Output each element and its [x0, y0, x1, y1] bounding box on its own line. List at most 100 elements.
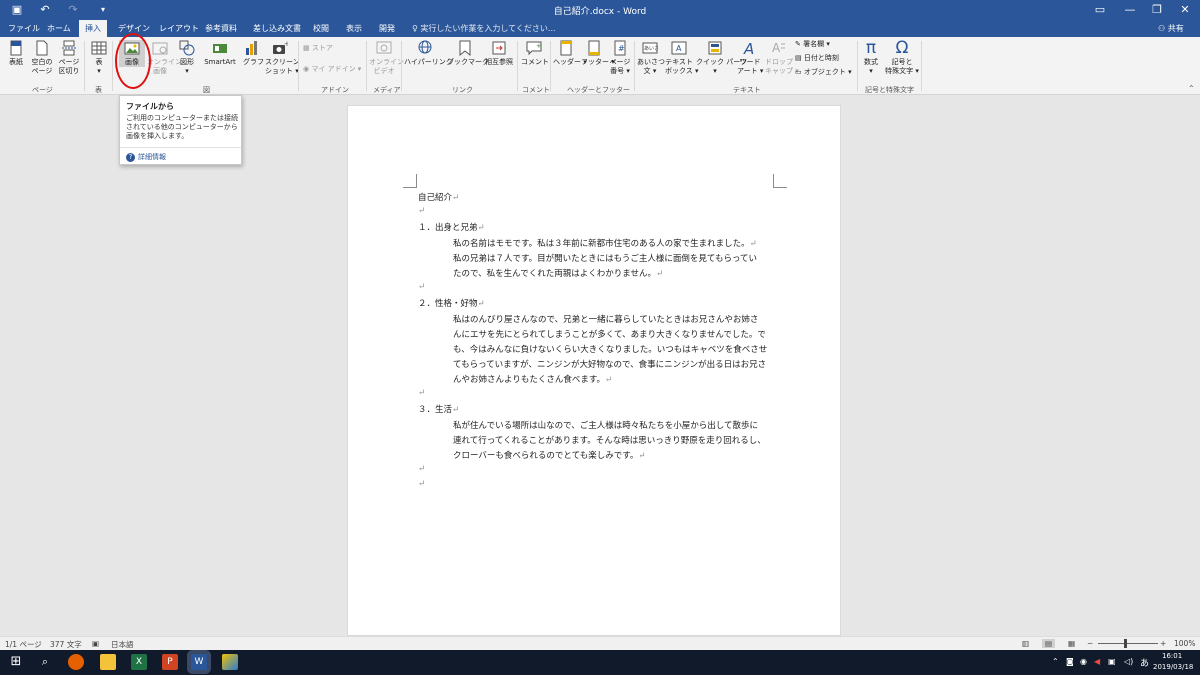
body-line[interactable]: てもらっていますが、ニンジンが大好物なので、食事にニンジンが出る日はお兄さ — [453, 358, 766, 370]
body-line[interactable]: んにエサを先にとられてしまうことが多くて、あまり大きくなりませんでした。で — [453, 328, 766, 340]
bookmark-button[interactable]: ブックマーク — [447, 40, 489, 67]
close-button[interactable]: ✕ — [1170, 0, 1200, 20]
text-box-button[interactable]: A テキスト ボックス ▾ — [665, 40, 699, 76]
page-count[interactable]: 1/1 ページ — [5, 639, 42, 650]
zoom-out-icon[interactable]: − — [1087, 639, 1093, 648]
tab-review[interactable]: 校閲 — [313, 20, 329, 37]
powerpoint-icon[interactable]: P — [162, 654, 178, 670]
volume-icon[interactable]: ◁) — [1124, 657, 1133, 666]
zoom-level[interactable]: 100% — [1174, 639, 1195, 648]
empty-paragraph[interactable]: ↵ — [418, 464, 425, 474]
tab-home[interactable]: ホーム — [47, 20, 71, 37]
body-line[interactable]: たので、私を生んでくれた両親はよくわかりません。↵ — [453, 267, 663, 279]
tray-chevron-icon[interactable]: ⌃ — [1052, 657, 1059, 666]
tooltip-more-info-link[interactable]: ? 詳細情報 — [126, 152, 166, 162]
redo-icon[interactable]: ↷ — [65, 3, 81, 17]
greeting-button[interactable]: あいさつ あいさつ 文 ▾ — [637, 40, 665, 76]
tab-file[interactable]: ファイル — [8, 20, 40, 37]
zoom-in-icon[interactable]: + — [1160, 639, 1166, 648]
quick-parts-button[interactable]: クイック パーツ ▾ — [696, 40, 747, 76]
hyperlink-button[interactable]: ハイパーリンク — [404, 40, 453, 67]
collapse-ribbon-icon[interactable]: ⌃ — [1188, 84, 1195, 93]
tray-app-icon[interactable]: ◉ — [1080, 657, 1087, 666]
restore-button[interactable]: ❐ — [1142, 0, 1172, 20]
drop-cap-button[interactable]: A ドロップ キャップ ▾ — [765, 40, 799, 76]
clock-date[interactable]: 2019/03/18 — [1153, 663, 1193, 671]
my-addins-button[interactable]: ◉ マイ アドイン ▾ — [303, 65, 363, 74]
tab-developer[interactable]: 開発 — [379, 20, 395, 37]
screenshot-button[interactable]: + スクリーン ショット ▾ — [265, 40, 300, 76]
search-icon[interactable]: ⌕ — [37, 654, 53, 670]
minimize-button[interactable]: — — [1115, 0, 1145, 20]
body-line[interactable]: 私の名前はモモです。私は３年前に新都市住宅のある人の家で生まれました。↵ — [453, 237, 757, 249]
empty-paragraph[interactable]: ↵ — [418, 206, 425, 216]
heading-3[interactable]: ３．生活↵ — [418, 403, 459, 415]
proofing-icon[interactable]: ▣ — [92, 639, 99, 648]
body-line[interactable]: 私が住んでいる場所は山なので、ご主人様は時々私たちを小屋から出して散歩に — [453, 419, 758, 431]
body-line[interactable]: んやお姉さんよりもたくさん食べます。↵ — [453, 373, 612, 385]
customize-qat-icon[interactable]: ▾ — [95, 3, 111, 17]
object-button[interactable]: ▭ オブジェクト ▾ — [795, 68, 855, 77]
zoom-slider-thumb[interactable] — [1124, 639, 1127, 648]
tab-view[interactable]: 表示 — [346, 20, 362, 37]
store-button[interactable]: ▦ ストア — [303, 44, 343, 53]
comment-button[interactable]: + コメント — [521, 40, 549, 67]
header-button[interactable]: ヘッダー ▾ — [553, 40, 587, 67]
equation-button[interactable]: π 数式 ▾ — [860, 38, 882, 76]
wordart-button[interactable]: A ワード アート ▾ — [737, 40, 763, 76]
date-time-button[interactable]: ▤ 日付と時刻 — [795, 54, 850, 63]
document-page[interactable]: 自己紹介↵ ↵ １．出身と兄弟↵ 私の名前はモモです。私は３年前に新都市住宅のあ… — [347, 105, 841, 636]
body-line[interactable]: クローバーも食べられるのでとても楽しみです。↵ — [453, 449, 646, 461]
web-layout-icon[interactable]: ▦ — [1068, 639, 1075, 648]
cover-page-label: 表紙 — [9, 58, 23, 66]
empty-paragraph[interactable]: ↵ — [418, 388, 425, 398]
file-explorer-icon[interactable] — [100, 654, 116, 670]
chart-button[interactable]: グラフ — [243, 40, 264, 67]
language[interactable]: 日本語 — [111, 639, 134, 650]
excel-icon[interactable]: X — [131, 654, 147, 670]
doc-title-line[interactable]: 自己紹介↵ — [418, 191, 459, 203]
network-icon[interactable]: ▣ — [1108, 657, 1116, 666]
firefox-icon[interactable] — [68, 654, 84, 670]
symbol-button[interactable]: Ω 記号と 特殊文字 ▾ — [885, 38, 919, 76]
print-layout-icon[interactable]: ▤ — [1042, 639, 1056, 648]
body-line[interactable]: 連れて行ってくれることがあります。そんな時は思いっきり野原を走り回れるし、 — [453, 434, 766, 446]
windows-start-icon[interactable]: ⊞ — [8, 654, 24, 670]
tell-me-box[interactable]: ♀ 実行したい作業を入力してください... — [412, 20, 556, 37]
body-line[interactable]: 私の兄弟は７人です。目が開いたときにはもうご主人様に面倒を見てもらってい — [453, 252, 757, 264]
tab-insert[interactable]: 挿入 — [79, 20, 107, 37]
heading-1[interactable]: １．出身と兄弟↵ — [418, 221, 485, 233]
tab-layout[interactable]: レイアウト — [159, 20, 199, 37]
body-line[interactable]: 私はのんびり屋さんなので、兄弟と一緒に暮らしていたときはお兄さんやお姉さ — [453, 313, 758, 325]
online-video-button[interactable]: オンライン ビデオ — [369, 40, 404, 76]
clock-time[interactable]: 16:01 — [1162, 652, 1182, 660]
save-icon[interactable]: ▣ — [9, 3, 25, 17]
tray-app-icon[interactable]: ◀ — [1094, 657, 1100, 666]
table-button[interactable]: 表 ▾ — [89, 40, 109, 76]
word-icon[interactable]: W — [191, 654, 207, 670]
word-count[interactable]: 377 文字 — [50, 639, 82, 650]
zoom-slider[interactable] — [1098, 643, 1158, 644]
tab-mailings[interactable]: 差し込み文書 — [253, 20, 301, 37]
tab-references[interactable]: 参考資料 — [205, 20, 237, 37]
share-button[interactable]: ⚇ 共有 — [1158, 20, 1184, 37]
tray-app-icon[interactable]: ◙ — [1066, 657, 1074, 666]
read-mode-icon[interactable]: ▥ — [1022, 639, 1029, 648]
cross-reference-button[interactable]: 相互参照 — [484, 40, 514, 67]
page-break-button[interactable]: ページ 区切り — [57, 40, 81, 76]
footer-button[interactable]: フッター ▾ — [581, 40, 615, 67]
signature-line-button[interactable]: ✎ 署名欄 ▾ — [795, 40, 850, 49]
empty-paragraph[interactable]: ↵ — [418, 282, 425, 292]
undo-icon[interactable]: ↶ — [37, 3, 53, 17]
smartart-button[interactable]: SmartArt — [202, 40, 238, 67]
cover-page-button[interactable]: 表紙 — [6, 40, 26, 67]
empty-paragraph[interactable]: ↵ — [418, 479, 425, 489]
body-line[interactable]: も、今はみんなに負けないくらい大きくなりました。いつもはキャベツを食べさせ — [453, 343, 767, 355]
heading-2[interactable]: ２．性格・好物↵ — [418, 297, 485, 309]
ribbon-display-icon[interactable]: ▭ — [1085, 0, 1115, 20]
ime-indicator[interactable]: あ — [1140, 656, 1149, 669]
blank-page-button[interactable]: 空白の ページ — [30, 40, 54, 76]
shapes-button[interactable]: 図形 ▾ — [177, 40, 197, 76]
app-icon[interactable] — [222, 654, 238, 670]
page-number-button[interactable]: # ページ 番号 ▾ — [608, 40, 632, 76]
